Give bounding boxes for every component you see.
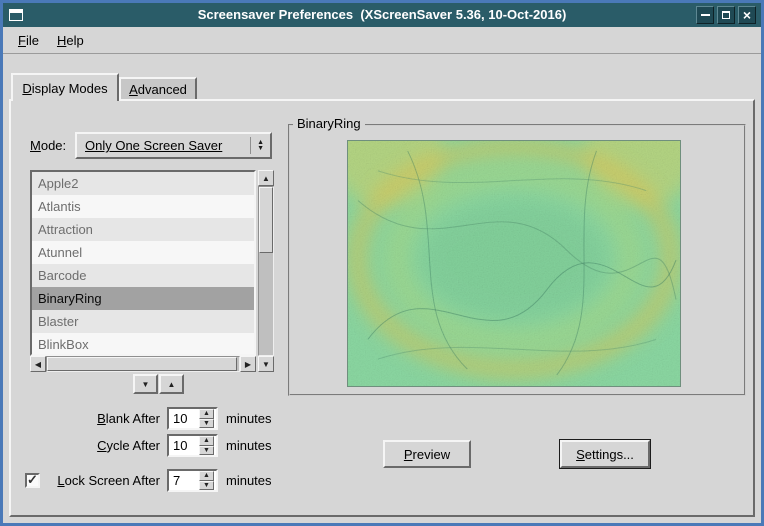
down-arrow-icon: ▼ (203, 482, 210, 489)
mode-label: Mode: (30, 132, 66, 159)
lock-after-input[interactable] (169, 471, 199, 490)
saver-list-item[interactable]: BlinkBox (32, 333, 254, 356)
saver-list-item[interactable]: Apple2 (32, 172, 254, 195)
saver-list-hscrollbar: ◀ ▶ (30, 356, 256, 372)
up-arrow-icon: ▲ (203, 410, 210, 417)
hscroll-thumb[interactable] (47, 357, 237, 371)
minimize-button[interactable] (696, 6, 714, 24)
down-arrow-icon: ▼ (262, 360, 270, 369)
tab-display-modes[interactable]: Display Modes (11, 73, 119, 101)
minimize-icon (701, 14, 710, 16)
blank-after-increment[interactable]: ▲ (199, 409, 214, 419)
saver-list[interactable]: Apple2AtlantisAttractionAtunnelBarcodeBi… (30, 170, 256, 356)
blank-after-decrement[interactable]: ▼ (199, 419, 214, 429)
saver-list-item[interactable]: Blaster (32, 310, 254, 333)
lock-screen-checkbox[interactable]: ✓ (25, 473, 40, 488)
saver-list-item[interactable]: Barcode (32, 264, 254, 287)
menu-help[interactable]: Help (48, 30, 93, 51)
scroll-up-button[interactable]: ▲ (258, 170, 274, 186)
down-arrow-icon: ▼ (257, 146, 264, 151)
lock-after-spinbox: ▲ ▼ (167, 469, 218, 492)
blank-after-spinbox: ▲ ▼ (167, 407, 218, 430)
saver-list-item[interactable]: Atunnel (32, 241, 254, 264)
scroll-down-button[interactable]: ▼ (258, 356, 274, 372)
cycle-after-spinbox: ▲ ▼ (167, 434, 218, 457)
next-saver-button[interactable]: ▼ (133, 374, 158, 394)
scroll-right-button[interactable]: ▶ (240, 356, 256, 372)
mode-select[interactable]: Only One Screen Saver ▲ ▼ (75, 132, 272, 159)
preview-button[interactable]: Preview (383, 440, 471, 468)
settings-button[interactable]: Settings... (560, 440, 650, 468)
blank-after-input[interactable] (169, 409, 199, 428)
titlebar[interactable]: Screensaver Preferences (XScreenSaver 5.… (3, 3, 761, 27)
up-arrow-icon: ▲ (203, 437, 210, 444)
up-arrow-icon: ▲ (168, 380, 176, 389)
tab-advanced[interactable]: Advanced (119, 77, 197, 99)
vscroll-thumb[interactable] (259, 187, 273, 253)
scroll-left-button[interactable]: ◀ (30, 356, 46, 372)
lock-after-unit: minutes (226, 469, 272, 492)
lock-after-decrement[interactable]: ▼ (199, 481, 214, 491)
maximize-icon (722, 11, 730, 19)
menubar: File Help (3, 27, 761, 54)
right-arrow-icon: ▶ (245, 360, 251, 369)
saver-list-item[interactable]: Atlantis (32, 195, 254, 218)
hscroll-trough[interactable] (46, 356, 240, 372)
lock-after-label: Lock Screen After (44, 469, 160, 492)
xscreensaver-window: Screensaver Preferences (XScreenSaver 5.… (0, 0, 764, 526)
vscroll-trough[interactable] (258, 186, 274, 356)
titlebar-buttons: × (696, 6, 756, 24)
blank-after-label: Blank After (30, 407, 160, 430)
down-arrow-icon: ▼ (142, 380, 150, 389)
up-arrow-icon: ▲ (262, 174, 270, 183)
previous-saver-button[interactable]: ▲ (159, 374, 184, 394)
menu-file[interactable]: File (9, 30, 48, 51)
lock-after-steppers: ▲ ▼ (199, 471, 214, 490)
up-arrow-icon: ▲ (203, 472, 210, 479)
down-arrow-icon: ▼ (203, 447, 210, 454)
cycle-after-unit: minutes (226, 434, 272, 457)
frame-label: BinaryRing (293, 116, 365, 131)
saver-list-item[interactable]: BinaryRing (32, 287, 254, 310)
lock-after-increment[interactable]: ▲ (199, 471, 214, 481)
mode-value: Only One Screen Saver (85, 138, 246, 153)
close-button[interactable]: × (738, 6, 756, 24)
saver-list-vscrollbar: ▲ ▼ (258, 170, 274, 372)
close-icon: × (743, 8, 751, 22)
left-arrow-icon: ◀ (35, 360, 41, 369)
saver-list-item[interactable]: Attraction (32, 218, 254, 241)
blank-after-unit: minutes (226, 407, 272, 430)
preview-art (348, 141, 680, 386)
maximize-button[interactable] (717, 6, 735, 24)
cycle-after-decrement[interactable]: ▼ (199, 446, 214, 456)
cycle-after-label: Cycle After (30, 434, 160, 457)
preview-image (347, 140, 681, 387)
dropdown-arrows-icon: ▲ ▼ (250, 137, 264, 154)
down-arrow-icon: ▼ (203, 420, 210, 427)
window-title: Screensaver Preferences (XScreenSaver 5.… (3, 3, 761, 27)
check-icon: ✓ (27, 473, 38, 486)
cycle-after-input[interactable] (169, 436, 199, 455)
cycle-after-increment[interactable]: ▲ (199, 436, 214, 446)
blank-after-steppers: ▲ ▼ (199, 409, 214, 428)
cycle-after-steppers: ▲ ▼ (199, 436, 214, 455)
